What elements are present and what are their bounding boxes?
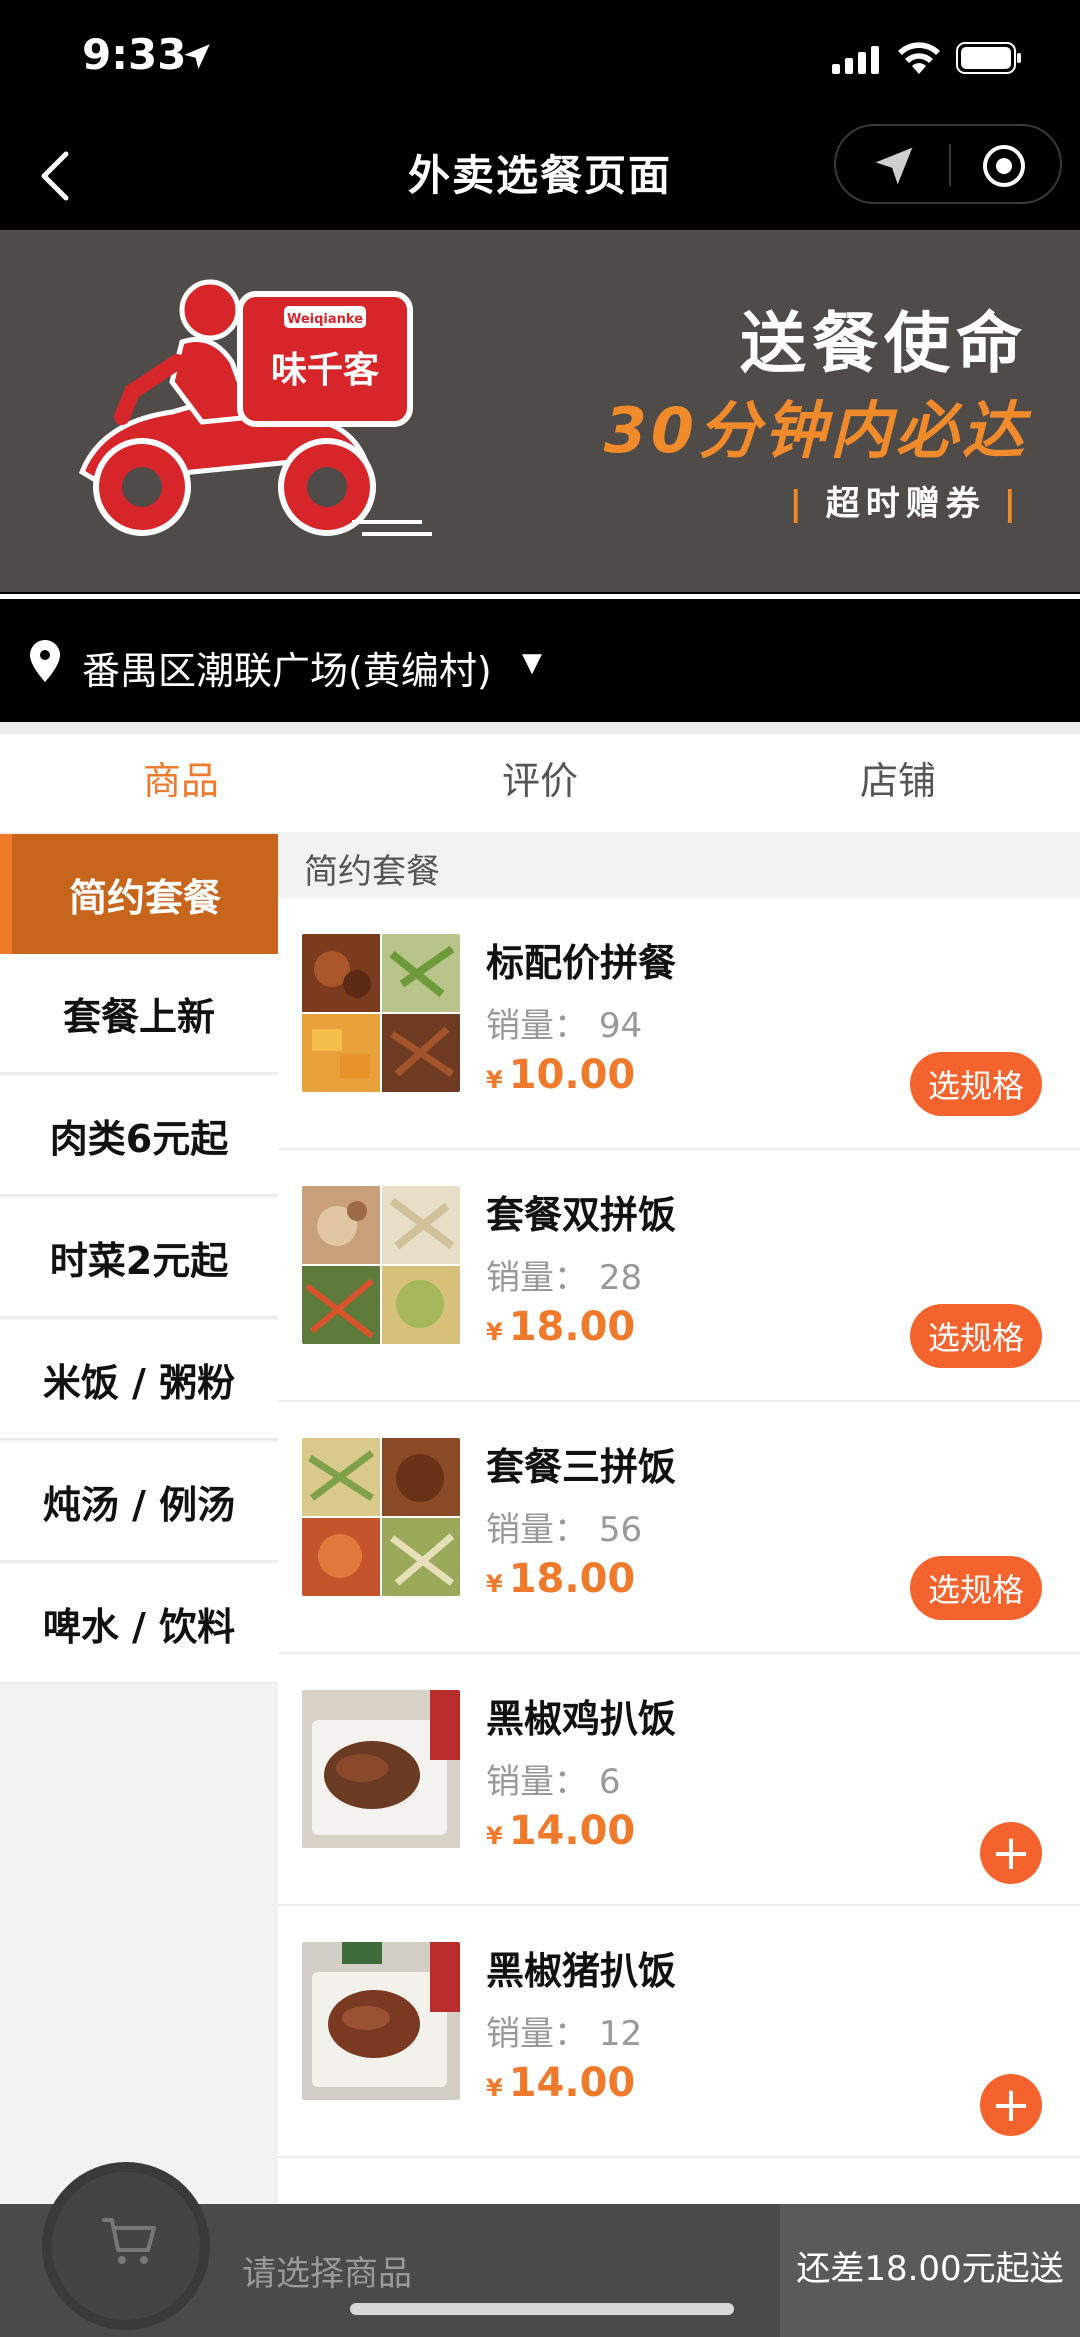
add-to-cart-button[interactable]: + [980,1822,1042,1884]
product-price: ¥18.00 [486,1304,635,1350]
price-value: 18.00 [508,1304,636,1350]
slogan-guarantee: | 超时赠券 | [789,476,1022,525]
capsule-divider [949,144,951,186]
close-target-icon[interactable] [981,143,1027,189]
product-image [302,1942,460,2100]
product-price: ¥10.00 [486,1052,635,1098]
sales-label: 销量： [486,1762,588,1802]
select-spec-button[interactable]: 选规格 [910,1052,1042,1116]
cellular-signal-icon [832,46,879,74]
logo-brand-text: Weiqianke [287,312,363,327]
delivery-rider-logo: Weiqianke 味千客 [78,279,432,536]
map-pin-icon [30,640,60,682]
price-value: 10.00 [508,1052,636,1098]
status-time: 9:33 [82,30,187,79]
sidebar-item-soup[interactable]: 炖汤 / 例汤 [0,1442,278,1562]
product-sales: 销量： 28 [486,1250,642,1299]
add-to-cart-button[interactable]: + [980,2074,1042,2136]
navigation-bar: 外卖选餐页面 [0,120,1080,230]
sales-count: 6 [598,1762,621,1802]
product-sales: 销量： 6 [486,1754,620,1803]
sidebar-item-new-sets[interactable]: 套餐上新 [0,954,278,1074]
currency-symbol: ¥ [486,1570,503,1598]
home-indicator [350,2303,734,2315]
divider-stripe [0,592,1080,610]
wifi-icon [898,42,940,74]
cart-button[interactable] [42,2162,210,2330]
product-image [302,1438,460,1596]
sidebar-item-drinks[interactable]: 啤水 / 饮料 [0,1564,278,1684]
currency-symbol: ¥ [486,1822,503,1850]
currency-symbol: ¥ [486,2074,503,2102]
product-name: 黑椒猪扒饭 [486,1949,677,1993]
sidebar-item-rice-noodles[interactable]: 米饭 / 粥粉 [0,1320,278,1440]
product-item[interactable]: 黑椒猪扒饭 销量： 12 ¥14.00 + [278,1906,1080,2158]
address-selector[interactable]: 番禺区潮联广场(黄编村) ▼ [0,610,1080,722]
tab-reviews[interactable]: 评价 [420,750,660,805]
shopping-cart-icon [102,2218,156,2264]
product-sales: 销量： 56 [486,1502,642,1551]
product-sales: 销量： 94 [486,998,642,1047]
product-image [302,1186,460,1344]
location-arrow-icon [184,44,210,70]
section-title: 简约套餐 [304,852,440,892]
sidebar-item-meat[interactable]: 肉类6元起 [0,1076,278,1196]
product-name: 黑椒鸡扒饭 [486,1697,677,1741]
slogan-bar-right: | [985,484,1022,524]
select-spec-button[interactable]: 选规格 [910,1304,1042,1368]
cart-hint-text: 请选择商品 [242,2254,412,2294]
product-image [302,1690,460,1848]
sales-count: 28 [598,1258,643,1298]
sales-label: 销量： [486,1510,588,1550]
currency-symbol: ¥ [486,1066,503,1094]
product-name: 标配价拼餐 [486,941,677,985]
logo-text: 味千客 [271,350,379,391]
price-value: 18.00 [508,1556,636,1602]
product-item[interactable]: 套餐双拼饭 销量： 28 ¥18.00 选规格 [278,1150,1080,1402]
cart-bar: 请选择商品 还差18.00元起送 [0,2162,1080,2337]
product-price: ¥14.00 [486,2060,635,2106]
sales-count: 12 [598,2014,643,2054]
status-bar: 9:33 [0,0,1080,120]
product-item[interactable]: 黑椒鸡扒饭 销量： 6 ¥14.00 + [278,1654,1080,1906]
sales-label: 销量： [486,1258,588,1298]
product-name: 套餐三拼饭 [486,1445,677,1489]
slogan-guarantee-text: 超时赠券 [825,484,986,524]
battery-icon [956,42,1021,74]
shop-banner: Weiqianke 味千客 送餐使命 30分钟内必达 | 超时赠券 | [0,230,1080,592]
price-value: 14.00 [508,1808,636,1854]
navigation-icon[interactable] [872,144,916,188]
product-sales: 销量： 12 [486,2006,642,2055]
tab-products[interactable]: 商品 [61,750,301,805]
mini-program-capsule [834,124,1062,204]
min-order-button[interactable]: 还差18.00元起送 [780,2204,1080,2337]
section-header: 简约套餐 [278,832,1080,898]
price-value: 14.00 [508,2060,636,2106]
tab-store[interactable]: 店铺 [778,750,1018,805]
product-price: ¥14.00 [486,1808,635,1854]
chevron-down-icon: ▼ [522,648,542,678]
sidebar-item-vegetables[interactable]: 时菜2元起 [0,1198,278,1318]
product-list: 标配价拼餐 销量： 94 ¥10.00 选规格 套餐双拼饭 销量： 28 ¥18… [278,898,1080,2208]
slogan-main: 送餐使命 [740,305,1028,382]
slogan-promise: 30分钟内必达 [603,394,1028,467]
slogan-bar-left: | [789,484,826,524]
sales-label: 销量： [486,1006,588,1046]
product-name: 套餐双拼饭 [486,1193,677,1237]
product-image [302,934,460,1092]
tab-bar: 商品 评价 店铺 [0,722,1080,843]
sales-count: 56 [598,1510,643,1550]
product-price: ¥18.00 [486,1556,635,1602]
sales-count: 94 [598,1006,643,1046]
sales-label: 销量： [486,2014,588,2054]
address-text: 番禺区潮联广场(黄编村) [82,649,492,693]
product-item[interactable]: 套餐三拼饭 销量： 56 ¥18.00 选规格 [278,1402,1080,1654]
category-sidebar: 简约套餐 套餐上新 肉类6元起 时菜2元起 米饭 / 粥粉 炖汤 / 例汤 啤水… [0,832,278,2204]
select-spec-button[interactable]: 选规格 [910,1556,1042,1620]
product-item[interactable]: 标配价拼餐 销量： 94 ¥10.00 选规格 [278,898,1080,1150]
sidebar-item-simple-set[interactable]: 简约套餐 [0,834,278,954]
currency-symbol: ¥ [486,1318,503,1346]
